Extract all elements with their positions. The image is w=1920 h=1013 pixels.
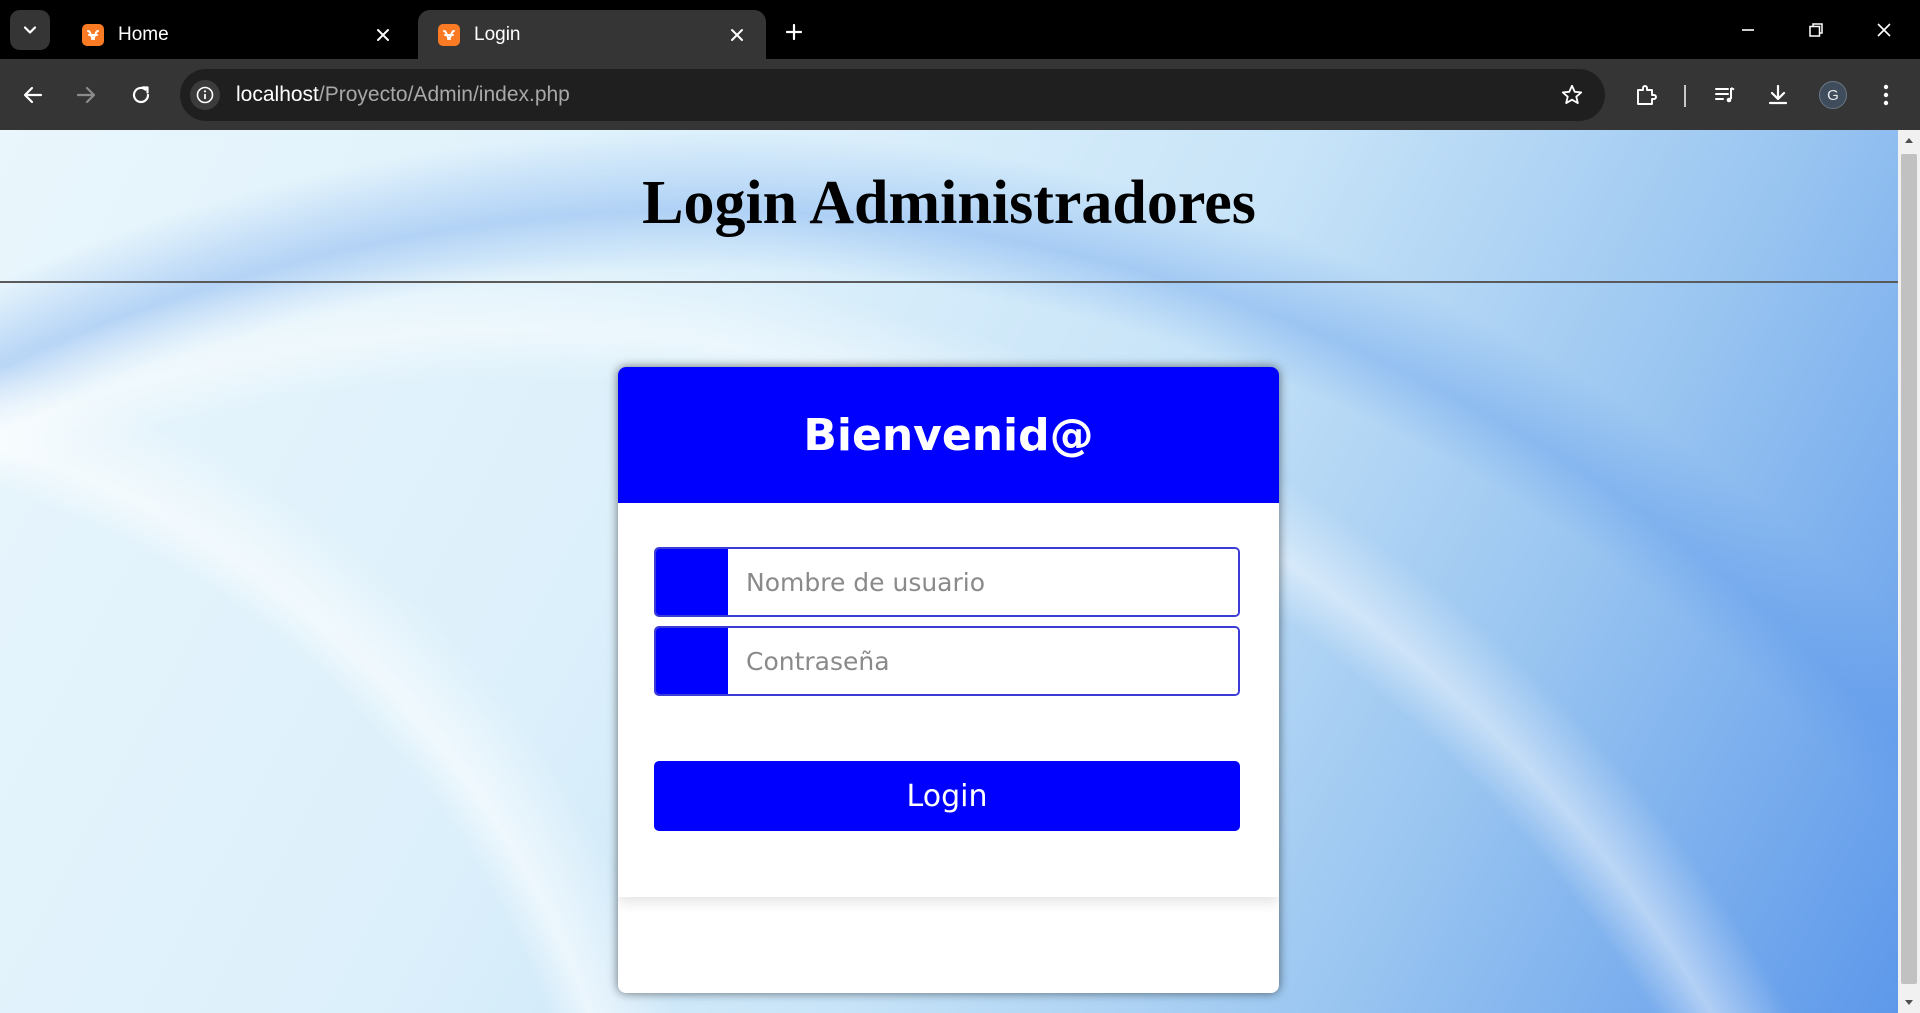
password-field [654, 626, 1240, 696]
password-addon [656, 628, 728, 694]
browser-menu-button[interactable] [1866, 75, 1906, 115]
card-heading: Bienvenid@ [803, 409, 1094, 461]
tab-strip: Home Login [0, 0, 1920, 59]
close-tab-icon[interactable] [368, 20, 398, 50]
password-input[interactable] [728, 628, 1238, 694]
username-input[interactable] [728, 549, 1238, 615]
arrow-left-icon [23, 86, 43, 104]
arrow-right-icon [76, 86, 96, 104]
reload-button[interactable] [121, 75, 161, 115]
media-controls-button[interactable] [1705, 75, 1745, 115]
playlist-icon [1715, 87, 1735, 103]
toolbar-divider [1684, 85, 1686, 107]
extensions-button[interactable] [1626, 75, 1666, 115]
tab-search-button[interactable] [10, 10, 50, 50]
scroll-up-arrow-icon[interactable] [1898, 130, 1920, 150]
forward-button[interactable] [66, 75, 106, 115]
close-icon [1877, 23, 1891, 37]
tab-title: Login [474, 23, 521, 45]
downloads-button[interactable] [1758, 75, 1798, 115]
url-text: localhost/Proyecto/Admin/index.php [236, 83, 570, 107]
site-info-icon[interactable] [190, 80, 220, 110]
browser-toolbar: localhost/Proyecto/Admin/index.php G [0, 59, 1920, 130]
page-viewport: Login Administradores Bienvenid@ Login [0, 130, 1898, 1013]
login-card: Bienvenid@ Login [618, 367, 1279, 993]
username-field [654, 547, 1240, 617]
new-tab-button[interactable] [776, 14, 812, 50]
page-scrollbar[interactable] [1898, 130, 1920, 1013]
xampp-icon [82, 23, 104, 46]
puzzle-icon [1637, 85, 1657, 105]
url-path: /Proyecto/Admin/index.php [318, 83, 570, 106]
kebab-menu-icon [1883, 84, 1889, 106]
login-form: Login [618, 503, 1279, 897]
page-title: Login Administradores [642, 169, 1256, 237]
tab-title: Home [118, 23, 169, 45]
username-addon [656, 549, 728, 615]
minimize-icon [1742, 29, 1754, 31]
close-window-button[interactable] [1856, 8, 1912, 52]
login-button[interactable]: Login [654, 761, 1240, 831]
close-tab-icon[interactable] [722, 20, 752, 50]
tab-home[interactable]: Home [62, 10, 412, 59]
address-bar[interactable]: localhost/Proyecto/Admin/index.php [180, 69, 1605, 121]
restore-icon [1809, 23, 1823, 37]
page-header: Login Administradores [0, 130, 1898, 283]
download-icon [1768, 84, 1788, 105]
tab-login[interactable]: Login [418, 10, 766, 59]
back-button[interactable] [13, 75, 53, 115]
url-host: localhost [236, 83, 319, 106]
restore-button[interactable] [1788, 8, 1844, 52]
bookmark-star-icon[interactable] [1557, 80, 1587, 110]
scrollbar-thumb[interactable] [1901, 154, 1917, 984]
profile-button[interactable]: G [1813, 75, 1853, 115]
xampp-icon [438, 23, 460, 46]
minimize-button[interactable] [1720, 8, 1776, 52]
reload-icon [132, 86, 150, 104]
chevron-down-icon [23, 26, 37, 34]
avatar: G [1819, 81, 1847, 109]
scroll-down-arrow-icon[interactable] [1898, 993, 1920, 1013]
card-header: Bienvenid@ [618, 367, 1279, 503]
plus-icon [785, 23, 803, 41]
